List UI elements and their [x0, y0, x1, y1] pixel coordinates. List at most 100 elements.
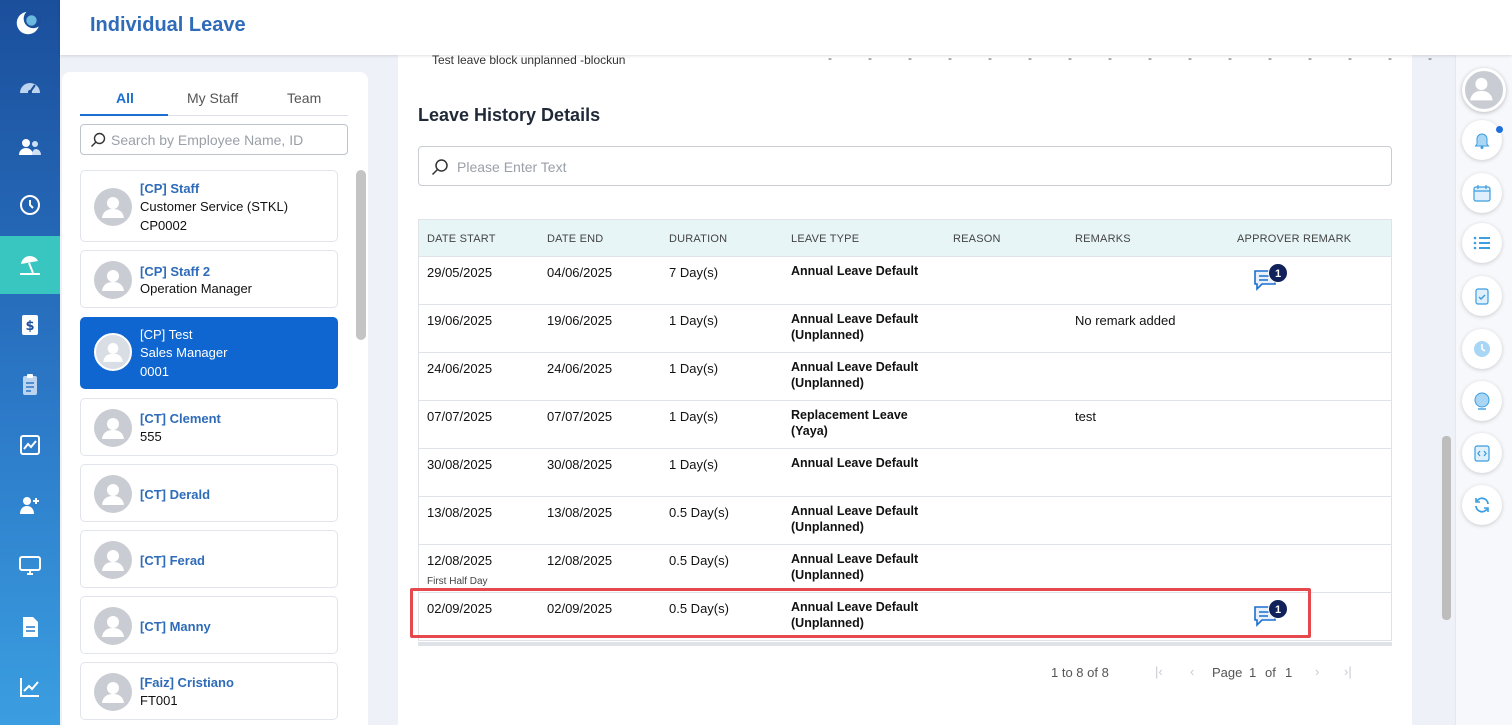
- beach-umbrella-icon: [20, 256, 40, 275]
- attendance-button[interactable]: [1462, 329, 1502, 369]
- history-search-input[interactable]: [457, 156, 1357, 178]
- employee-card[interactable]: [CP] Staff 2 Operation Manager: [80, 250, 338, 308]
- notifications-button[interactable]: [1462, 120, 1502, 160]
- employee-search-input[interactable]: [111, 130, 341, 150]
- approvals-button[interactable]: [1462, 276, 1502, 316]
- column-header[interactable]: APPROVER REMARK: [1237, 233, 1351, 245]
- nav-payroll[interactable]: $: [0, 296, 60, 354]
- svg-text:$: $: [25, 319, 34, 334]
- employee-card[interactable]: [CT] Derald: [80, 464, 338, 522]
- employee-id: 555: [140, 429, 162, 444]
- table-row[interactable]: 24/06/2025 24/06/2025 1 Day(s) Annual Le…: [419, 353, 1391, 401]
- employee-card[interactable]: [CT] Ferad: [80, 530, 338, 588]
- column-header[interactable]: DURATION: [669, 233, 727, 245]
- trend-chart-icon: [20, 678, 39, 697]
- employee-id: 0001: [140, 364, 169, 379]
- column-header[interactable]: REMARKS: [1075, 233, 1131, 245]
- active-tab-indicator: [80, 114, 168, 116]
- remark-count-badge: 1: [1268, 599, 1288, 619]
- page-header: Individual Leave: [60, 0, 1512, 55]
- nav-dashboard[interactable]: [0, 58, 60, 116]
- column-header[interactable]: DATE END: [547, 233, 603, 245]
- calendar-button[interactable]: [1462, 173, 1502, 213]
- leave-type: Annual Leave Default: [791, 600, 919, 614]
- table-row[interactable]: 30/08/2025 30/08/2025 1 Day(s) Annual Le…: [419, 449, 1391, 497]
- employee-name: [CT] Ferad: [140, 553, 205, 568]
- date-end: 30/08/2025: [547, 457, 613, 472]
- nav-reports[interactable]: [0, 416, 60, 474]
- notification-dot: [1496, 126, 1503, 133]
- column-header[interactable]: DATE START: [427, 233, 496, 245]
- nav-leave[interactable]: [0, 236, 60, 294]
- column-header[interactable]: LEAVE TYPE: [791, 233, 859, 245]
- main-scrollbar[interactable]: [1442, 436, 1451, 620]
- tab-team[interactable]: Team: [287, 90, 321, 106]
- table-row[interactable]: 12/08/2025 First Half Day 12/08/2025 0.5…: [419, 545, 1391, 593]
- list-icon: [1473, 236, 1490, 250]
- employee-name: [CT] Clement: [140, 411, 221, 426]
- explore-button[interactable]: [1462, 381, 1502, 421]
- column-header[interactable]: REASON: [953, 233, 1001, 245]
- employee-name: [CP] Staff 2: [140, 264, 211, 279]
- employee-list-scrollbar[interactable]: [356, 170, 366, 340]
- dashboard-gauge-icon: [20, 83, 40, 94]
- table-row[interactable]: 29/05/2025 04/06/2025 7 Day(s) Annual Le…: [419, 257, 1391, 305]
- nav-analytics[interactable]: [0, 658, 60, 716]
- table-row[interactable]: 19/06/2025 19/06/2025 1 Day(s) Annual Le…: [419, 305, 1391, 353]
- line-chart-icon: [20, 435, 40, 455]
- last-page-icon[interactable]: ›|: [1344, 664, 1352, 679]
- employee-position: Operation Manager: [140, 281, 253, 296]
- employee-card[interactable]: [CT] Clement 555: [80, 398, 338, 456]
- table-row-highlighted[interactable]: 02/09/2025 02/09/2025 0.5 Day(s) Annual …: [419, 593, 1391, 641]
- tab-my-staff[interactable]: My Staff: [187, 90, 238, 106]
- dollar-document-icon: $: [22, 315, 38, 335]
- nav-employees[interactable]: [0, 118, 60, 176]
- duration: 1 Day(s): [669, 409, 719, 424]
- previous-page-icon[interactable]: ‹: [1190, 664, 1194, 679]
- employee-name: [CT] Manny: [140, 619, 211, 634]
- remark-count-badge: 1: [1268, 263, 1288, 283]
- clipboard-icon: [23, 374, 37, 395]
- approver-remark-button[interactable]: 1: [1251, 263, 1291, 293]
- user-avatar[interactable]: [1462, 68, 1506, 112]
- date-end: 19/06/2025: [547, 313, 613, 328]
- table-horizontal-scrollbar[interactable]: [418, 642, 1392, 646]
- pagination-range: 1 to 8 of 8: [1051, 665, 1109, 680]
- nav-history[interactable]: [0, 176, 60, 234]
- employee-card[interactable]: [CP] Staff Customer Service (STKL) CP000…: [80, 170, 338, 242]
- table-row[interactable]: 13/08/2025 13/08/2025 0.5 Day(s) Annual …: [419, 497, 1391, 545]
- add-user-icon: [20, 497, 39, 514]
- approver-remark-button[interactable]: 1: [1251, 599, 1291, 629]
- next-page-icon[interactable]: ›: [1315, 664, 1319, 679]
- first-page-icon[interactable]: |‹: [1155, 664, 1163, 679]
- current-page: 1: [1249, 665, 1257, 680]
- tab-all[interactable]: All: [116, 90, 134, 106]
- employee-card[interactable]: [Faiz] Cristiano FT001: [80, 662, 338, 720]
- list-button[interactable]: [1462, 223, 1502, 263]
- avatar: [94, 673, 132, 711]
- leave-type-sub: (Yaya): [791, 424, 828, 438]
- refresh-icon: [1475, 497, 1489, 513]
- avatar: [94, 409, 132, 447]
- avatar: [94, 607, 132, 645]
- refresh-button[interactable]: [1462, 485, 1502, 525]
- calendar-icon: [1473, 185, 1491, 202]
- table-row[interactable]: 07/07/2025 07/07/2025 1 Day(s) Replaceme…: [419, 401, 1391, 449]
- employee-card-selected[interactable]: [CP] Test Sales Manager 0001: [80, 317, 338, 389]
- employee-search-box: [80, 124, 348, 155]
- history-clock-icon: [20, 195, 40, 215]
- nav-devices[interactable]: [0, 536, 60, 594]
- nav-tasks[interactable]: [0, 356, 60, 414]
- nav-documents[interactable]: [0, 598, 60, 656]
- employee-tabs: All My Staff Team: [80, 86, 348, 116]
- leave-type: Annual Leave Default: [791, 504, 919, 518]
- moon-logo-icon[interactable]: [15, 9, 45, 40]
- employee-position: Customer Service (STKL): [140, 199, 289, 214]
- total-pages: 1: [1285, 665, 1293, 680]
- integration-button[interactable]: [1462, 433, 1502, 473]
- date-end: 07/07/2025: [547, 409, 613, 424]
- page-label: Page: [1212, 665, 1243, 680]
- employee-card[interactable]: [CT] Manny: [80, 596, 338, 654]
- nav-recruitment[interactable]: [0, 476, 60, 534]
- leave-type: Annual Leave Default: [791, 264, 919, 278]
